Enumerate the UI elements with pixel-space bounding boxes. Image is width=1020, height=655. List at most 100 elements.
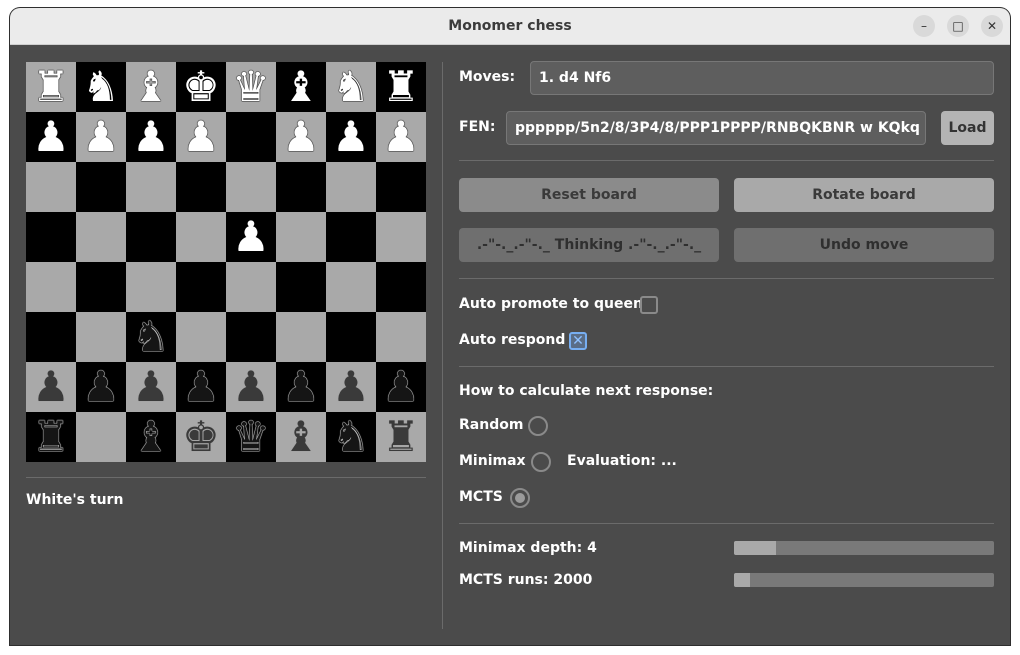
board-square[interactable]: ♜ bbox=[26, 412, 76, 462]
board-square[interactable] bbox=[26, 162, 76, 212]
board-square[interactable] bbox=[326, 312, 376, 362]
board-square[interactable] bbox=[76, 312, 126, 362]
board-square[interactable] bbox=[126, 162, 176, 212]
minimax-radio[interactable] bbox=[531, 452, 551, 472]
board-square[interactable]: ♚ bbox=[176, 62, 226, 112]
black-queen-icon[interactable]: ♛ bbox=[226, 412, 276, 462]
board-square[interactable]: ♝ bbox=[126, 412, 176, 462]
board-square[interactable]: ♛ bbox=[226, 412, 276, 462]
white-pawn-icon[interactable]: ♟ bbox=[126, 112, 176, 162]
board-square[interactable] bbox=[276, 312, 326, 362]
board-square[interactable] bbox=[276, 162, 326, 212]
black-king-icon[interactable]: ♚ bbox=[176, 412, 226, 462]
board-square[interactable] bbox=[376, 312, 426, 362]
white-knight-icon[interactable]: ♞ bbox=[76, 62, 126, 112]
mcts-runs-slider[interactable] bbox=[734, 573, 994, 587]
black-pawn-icon[interactable]: ♟ bbox=[226, 362, 276, 412]
board-square[interactable]: ♟ bbox=[76, 112, 126, 162]
board-square[interactable]: ♟ bbox=[176, 112, 226, 162]
board-square[interactable]: ♟ bbox=[326, 112, 376, 162]
board-square[interactable] bbox=[76, 262, 126, 312]
close-button[interactable]: ✕ bbox=[981, 15, 1003, 37]
white-knight-icon[interactable]: ♞ bbox=[326, 62, 376, 112]
board-square[interactable]: ♞ bbox=[326, 62, 376, 112]
white-pawn-icon[interactable]: ♟ bbox=[326, 112, 376, 162]
black-bishop-icon[interactable]: ♝ bbox=[276, 412, 326, 462]
board-square[interactable] bbox=[26, 262, 76, 312]
white-pawn-icon[interactable]: ♟ bbox=[226, 212, 276, 262]
board-square[interactable] bbox=[126, 212, 176, 262]
board-square[interactable] bbox=[76, 212, 126, 262]
black-knight-icon[interactable]: ♞ bbox=[126, 312, 176, 362]
black-knight-icon[interactable]: ♞ bbox=[326, 412, 376, 462]
board-square[interactable]: ♚ bbox=[176, 412, 226, 462]
random-radio[interactable] bbox=[528, 416, 548, 436]
board-square[interactable] bbox=[26, 212, 76, 262]
board-square[interactable]: ♞ bbox=[76, 62, 126, 112]
board-square[interactable] bbox=[26, 312, 76, 362]
minimax-depth-slider[interactable] bbox=[734, 541, 994, 555]
chess-board[interactable]: ♜ ♞ ♝ ♚ ♛ ♝ ♞ ♜ ♟ ♟ ♟ ♟ ♟ ♟ ♟ ♟ ♞ ♟ ♟ ♟ ♟ ♟ ♟ ♟ ♟ ♜ ♝ ♚ ♛ ♝ ♞ ♜ bbox=[26, 62, 426, 462]
board-square[interactable]: ♞ bbox=[326, 412, 376, 462]
board-square[interactable] bbox=[276, 212, 326, 262]
board-square[interactable]: ♜ bbox=[376, 62, 426, 112]
board-square[interactable]: ♜ bbox=[26, 62, 76, 112]
board-square[interactable] bbox=[326, 162, 376, 212]
mcts-radio[interactable] bbox=[510, 488, 530, 508]
white-bishop-icon[interactable]: ♝ bbox=[126, 62, 176, 112]
black-rook-icon[interactable]: ♜ bbox=[376, 412, 426, 462]
reset-board-button[interactable]: Reset board bbox=[459, 178, 719, 212]
black-pawn-icon[interactable]: ♟ bbox=[276, 362, 326, 412]
board-square[interactable]: ♟ bbox=[176, 362, 226, 412]
board-square[interactable]: ♜ bbox=[376, 412, 426, 462]
white-queen-icon[interactable]: ♛ bbox=[226, 62, 276, 112]
board-square[interactable]: ♟ bbox=[126, 362, 176, 412]
board-square[interactable]: ♟ bbox=[326, 362, 376, 412]
board-square[interactable]: ♟ bbox=[376, 362, 426, 412]
board-square[interactable]: ♟ bbox=[376, 112, 426, 162]
board-square[interactable]: ♟ bbox=[226, 212, 276, 262]
board-square[interactable]: ♟ bbox=[276, 112, 326, 162]
board-square[interactable]: ♟ bbox=[76, 362, 126, 412]
black-bishop-icon[interactable]: ♝ bbox=[126, 412, 176, 462]
white-pawn-icon[interactable]: ♟ bbox=[26, 112, 76, 162]
white-rook-icon[interactable]: ♜ bbox=[26, 62, 76, 112]
auto-promote-checkbox[interactable] bbox=[640, 296, 658, 314]
minimize-button[interactable]: – bbox=[913, 15, 935, 37]
black-pawn-icon[interactable]: ♟ bbox=[76, 362, 126, 412]
board-square[interactable] bbox=[176, 262, 226, 312]
board-square[interactable]: ♝ bbox=[276, 62, 326, 112]
black-pawn-icon[interactable]: ♟ bbox=[326, 362, 376, 412]
board-square[interactable] bbox=[176, 162, 226, 212]
board-square[interactable] bbox=[376, 162, 426, 212]
board-square[interactable]: ♛ bbox=[226, 62, 276, 112]
board-square[interactable] bbox=[176, 212, 226, 262]
black-pawn-icon[interactable]: ♟ bbox=[126, 362, 176, 412]
board-square[interactable]: ♟ bbox=[276, 362, 326, 412]
board-square[interactable]: ♞ bbox=[126, 312, 176, 362]
white-king-icon[interactable]: ♚ bbox=[176, 62, 226, 112]
maximize-button[interactable]: □ bbox=[947, 15, 969, 37]
board-square[interactable] bbox=[176, 312, 226, 362]
board-square[interactable]: ♟ bbox=[26, 362, 76, 412]
board-square[interactable] bbox=[226, 112, 276, 162]
rotate-board-button[interactable]: Rotate board bbox=[734, 178, 994, 212]
board-square[interactable] bbox=[226, 312, 276, 362]
board-square[interactable] bbox=[226, 162, 276, 212]
board-square[interactable] bbox=[276, 262, 326, 312]
black-pawn-icon[interactable]: ♟ bbox=[376, 362, 426, 412]
board-square[interactable]: ♟ bbox=[126, 112, 176, 162]
board-square[interactable]: ♟ bbox=[226, 362, 276, 412]
black-pawn-icon[interactable]: ♟ bbox=[26, 362, 76, 412]
auto-respond-checkbox[interactable]: ✕ bbox=[569, 332, 587, 350]
board-square[interactable] bbox=[326, 262, 376, 312]
board-square[interactable] bbox=[76, 162, 126, 212]
white-pawn-icon[interactable]: ♟ bbox=[176, 112, 226, 162]
white-rook-icon[interactable]: ♜ bbox=[376, 62, 426, 112]
moves-field[interactable]: 1. d4 Nf6 bbox=[530, 61, 994, 95]
load-button[interactable]: Load bbox=[941, 111, 994, 145]
board-square[interactable]: ♝ bbox=[126, 62, 176, 112]
white-pawn-icon[interactable]: ♟ bbox=[276, 112, 326, 162]
board-square[interactable]: ♝ bbox=[276, 412, 326, 462]
board-square[interactable] bbox=[226, 262, 276, 312]
